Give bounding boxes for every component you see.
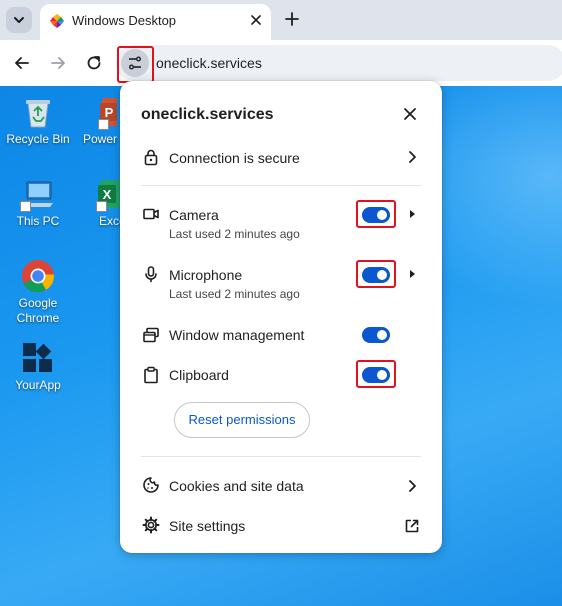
- desktop-icon-yourapp[interactable]: YourApp: [0, 340, 76, 393]
- cookie-icon: [143, 477, 159, 493]
- site-settings-row[interactable]: Site settings: [120, 515, 442, 537]
- permission-last-used: Last used 2 minutes ago: [169, 227, 300, 241]
- tab-favicon-icon: [50, 14, 64, 28]
- chevron-down-icon: [14, 17, 24, 23]
- permission-row-clipboard[interactable]: Clipboard: [120, 365, 442, 387]
- desktop-icon-label-line2: Chrome: [16, 311, 60, 325]
- permission-label: Window management: [169, 327, 305, 343]
- desktop-icon-this-pc[interactable]: This PC: [0, 176, 76, 229]
- clipboard-icon: [144, 366, 158, 384]
- desktop-icon-label: YourApp: [15, 378, 61, 392]
- microphone-toggle[interactable]: [362, 267, 390, 283]
- desktop-icon-google-chrome[interactable]: Google Chrome: [0, 258, 76, 326]
- desktop-icon-label-line1: Google: [18, 296, 58, 310]
- open-in-new-icon: [405, 519, 419, 533]
- tab-windows-desktop[interactable]: Windows Desktop: [40, 4, 271, 40]
- permission-label: Clipboard: [169, 367, 229, 383]
- microphone-icon: [145, 266, 157, 283]
- address-bar[interactable]: oneclick.services: [116, 45, 562, 81]
- svg-text:X: X: [103, 187, 112, 202]
- tab-strip: Windows Desktop: [0, 0, 562, 40]
- cookies-label: Cookies and site data: [169, 478, 304, 494]
- desktop-icon-label: Recycle Bin: [6, 132, 70, 146]
- permission-row-microphone[interactable]: Microphone Last used 2 minutes ago: [120, 263, 442, 303]
- connection-label: Connection is secure: [169, 150, 300, 166]
- desktop-icon-excel[interactable]: X Exce: [73, 176, 120, 229]
- chevron-right-icon: [409, 151, 416, 163]
- yourapp-icon: [23, 343, 52, 372]
- lock-icon: [144, 149, 158, 166]
- expand-arrow-icon[interactable]: [406, 268, 418, 280]
- permission-row-window-management[interactable]: Window management: [120, 325, 442, 347]
- divider: [141, 456, 421, 457]
- back-icon[interactable]: [12, 53, 32, 73]
- tab-title: Windows Desktop: [72, 13, 177, 28]
- expand-arrow-icon[interactable]: [406, 208, 418, 220]
- site-settings-label: Site settings: [169, 518, 246, 534]
- new-tab-icon[interactable]: [283, 10, 301, 28]
- camera-toggle[interactable]: [362, 207, 390, 223]
- permission-row-camera[interactable]: Camera Last used 2 minutes ago: [120, 203, 442, 243]
- clipboard-toggle[interactable]: [362, 367, 390, 383]
- chrome-icon: [22, 260, 54, 293]
- site-info-button[interactable]: [121, 49, 149, 77]
- window-management-icon: [143, 327, 159, 343]
- permission-label: Camera: [169, 207, 219, 223]
- url-text: oneclick.services: [156, 55, 262, 71]
- reload-icon[interactable]: [84, 53, 104, 73]
- cookies-row[interactable]: Cookies and site data: [120, 475, 442, 497]
- gear-icon: [142, 516, 160, 534]
- forward-icon[interactable]: [48, 53, 68, 73]
- shortcut-arrow-icon: [96, 201, 107, 212]
- reset-permissions-button[interactable]: Reset permissions: [174, 402, 310, 438]
- close-icon[interactable]: [402, 106, 418, 122]
- divider: [141, 185, 421, 186]
- desktop-icon-powerpoint[interactable]: P PowerP: [73, 94, 117, 147]
- desktop-icon-label: This PC: [16, 214, 60, 228]
- tab-close-icon[interactable]: [249, 13, 263, 27]
- desktop-icon-label: Exce: [99, 214, 120, 228]
- window-management-toggle[interactable]: [362, 327, 390, 343]
- svg-text:P: P: [105, 105, 114, 120]
- connection-row[interactable]: Connection is secure: [120, 145, 442, 169]
- permission-last-used: Last used 2 minutes ago: [169, 287, 300, 301]
- site-info-popup: oneclick.services Connection is secure C…: [120, 81, 442, 553]
- camera-icon: [143, 208, 159, 220]
- recycle-bin-icon: [26, 100, 50, 128]
- permission-label: Microphone: [169, 267, 243, 283]
- chevron-right-icon: [409, 480, 416, 492]
- tune-icon: [129, 56, 141, 70]
- shortcut-arrow-icon: [20, 201, 31, 212]
- tab-search-button[interactable]: [6, 7, 32, 33]
- desktop-icon-label: PowerP: [83, 132, 117, 146]
- shortcut-arrow-icon: [98, 119, 109, 130]
- popup-title: oneclick.services: [141, 106, 274, 123]
- desktop-icon-recycle-bin[interactable]: Recycle Bin: [0, 94, 76, 147]
- toolbar: oneclick.services: [0, 40, 562, 86]
